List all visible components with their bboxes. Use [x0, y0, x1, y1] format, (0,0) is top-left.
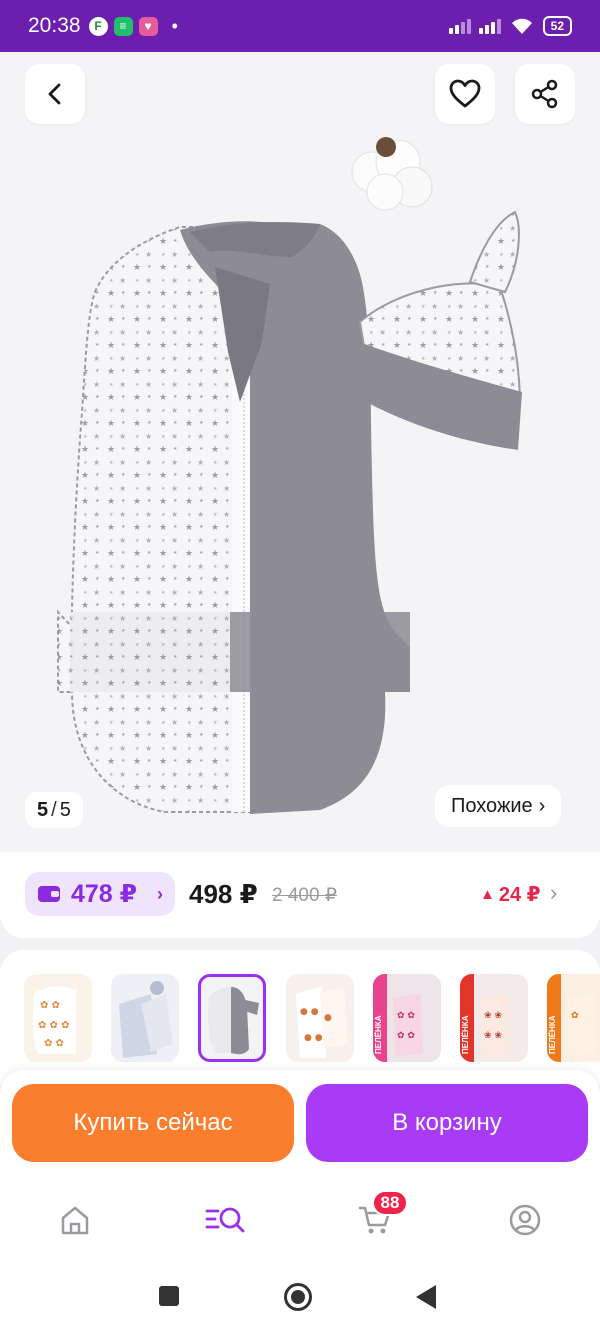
svg-text:❀ ❀: ❀ ❀: [484, 1011, 502, 1021]
cart-badge: 88: [372, 1190, 408, 1216]
chevron-right-icon: ›: [538, 794, 546, 817]
thumbnail-label: ПЕЛЁНКА: [374, 1015, 383, 1055]
image-counter-separator: /: [51, 798, 57, 821]
cotton-decoration: [351, 137, 433, 211]
thumbnail-image: ● ● ● ● ●: [296, 986, 348, 1058]
thumbnail-label: ПЕЛЁНКА: [461, 1015, 470, 1055]
stack-app-icon: ≡: [113, 16, 133, 36]
points-badge[interactable]: ▲ 24 ₽: [480, 882, 541, 907]
signal-2-icon: [478, 18, 501, 34]
thumbnail-image: ✿ ✿ ✿ ✿ ✿ ✿ ✿: [32, 986, 76, 1054]
fin-app-icon: F: [88, 16, 108, 36]
variant-thumbnails: ✿ ✿ ✿ ✿ ✿ ✿ ✿ ● ● ● ● ● ✿ ✿ ✿ ✿ ПЕЛЁНКА …: [0, 950, 600, 1085]
thumbnail-item[interactable]: [111, 974, 179, 1062]
system-nav-bar: [0, 1266, 600, 1332]
status-app-icons: F ≡ ♥: [88, 16, 158, 36]
svg-text:✿ ✿: ✿ ✿: [40, 1000, 60, 1011]
recents-icon[interactable]: [157, 1284, 181, 1308]
image-counter-current: 5: [37, 798, 49, 821]
thumbnail-item[interactable]: ✿ ✿ ✿ ✿ ✿ ✿ ✿: [24, 974, 92, 1062]
svg-text:● ●: ● ●: [300, 1007, 319, 1017]
status-right: 52: [448, 16, 572, 36]
price-card: 478 ₽ › 498 ₽ 2 400 ₽ ▲ 24 ₽ ›: [0, 852, 600, 938]
battery-indicator: 52: [542, 16, 572, 36]
current-price: 498 ₽: [189, 879, 258, 909]
nav-catalog[interactable]: [203, 1198, 247, 1242]
image-counter-total: 5: [59, 798, 71, 821]
thumbnail-item[interactable]: ❀ ❀ ❀ ❀ ПЕЛЁНКА: [460, 974, 528, 1062]
back-triangle-icon[interactable]: [414, 1284, 438, 1310]
thumbnail-image: ✿ ✿ ✿ ✿: [373, 974, 423, 1062]
action-bar: Купить сейчас В корзину: [0, 1070, 600, 1174]
thumbnail-item[interactable]: ● ● ● ● ●: [286, 974, 354, 1062]
thumbnail-image: [208, 987, 259, 1055]
bottom-nav: 88: [0, 1174, 600, 1266]
thumbnail-label: ПЕЛЁНКА: [548, 1015, 557, 1055]
home-icon: [61, 1206, 89, 1235]
status-dot: •: [171, 15, 178, 36]
svg-text:● ●: ● ●: [304, 1033, 323, 1043]
back-button[interactable]: [25, 64, 85, 124]
svg-text:✿ ✿: ✿ ✿: [44, 1038, 64, 1049]
thumbnail-image: [119, 981, 173, 1058]
svg-text:✿ ✿: ✿ ✿: [397, 1031, 415, 1041]
favorite-button[interactable]: [435, 64, 495, 124]
profile-icon: [509, 1204, 541, 1236]
chevron-left-icon: [48, 83, 61, 105]
product-gallery[interactable]: ★ ★ ★ ★: [0, 52, 600, 852]
signal-icon: [448, 18, 471, 34]
svg-text:✿: ✿: [571, 1011, 579, 1021]
similar-label: Похожие: [451, 794, 533, 817]
svg-text:❀ ❀: ❀ ❀: [484, 1031, 502, 1041]
buy-now-button[interactable]: Купить сейчас: [12, 1084, 294, 1162]
svg-text:●: ●: [324, 1013, 332, 1023]
status-bar: 20:38 F ≡ ♥ • 52: [0, 0, 600, 52]
add-to-cart-button[interactable]: В корзину: [306, 1084, 588, 1162]
heart-app-icon: ♥: [138, 16, 158, 36]
thumbnail-item[interactable]: ✿ ✿ ✿ ✿ ПЕЛЁНКА: [373, 974, 441, 1062]
nav-home[interactable]: [53, 1198, 97, 1242]
share-icon: [531, 79, 558, 109]
chevron-right-icon[interactable]: ›: [550, 880, 557, 906]
status-time: 20:38: [28, 14, 81, 37]
svg-text:✿ ✿ ✿: ✿ ✿ ✿: [38, 1020, 70, 1031]
thumbnail-image: ❀ ❀ ❀ ❀: [460, 974, 510, 1062]
thumbnail-item[interactable]: ✿ ПЕЛЁНКА: [547, 974, 600, 1062]
home-circle-icon[interactable]: [283, 1282, 313, 1312]
wallet-price-pill[interactable]: 478 ₽ ›: [25, 872, 175, 916]
old-price: 2 400 ₽: [272, 885, 337, 906]
catalog-search-icon: [205, 1207, 245, 1233]
wifi-icon: [511, 18, 532, 34]
thumbnail-item-active[interactable]: [198, 974, 266, 1062]
image-counter: 5 / 5: [25, 792, 83, 828]
wallet-icon: [38, 886, 60, 902]
product-image: ★ ★ ★ ★: [57, 137, 522, 815]
wallet-price: 478 ₽: [71, 880, 138, 908]
chevron-right-icon: ›: [157, 883, 163, 904]
svg-text:✿ ✿: ✿ ✿: [397, 1011, 415, 1021]
nav-profile[interactable]: [503, 1198, 547, 1242]
arrow-up-icon: ▲: [480, 886, 495, 903]
similar-button[interactable]: Похожие ›: [435, 785, 562, 827]
points-value: 24 ₽: [498, 884, 541, 906]
heart-icon: [449, 79, 481, 108]
share-button[interactable]: [515, 64, 575, 124]
